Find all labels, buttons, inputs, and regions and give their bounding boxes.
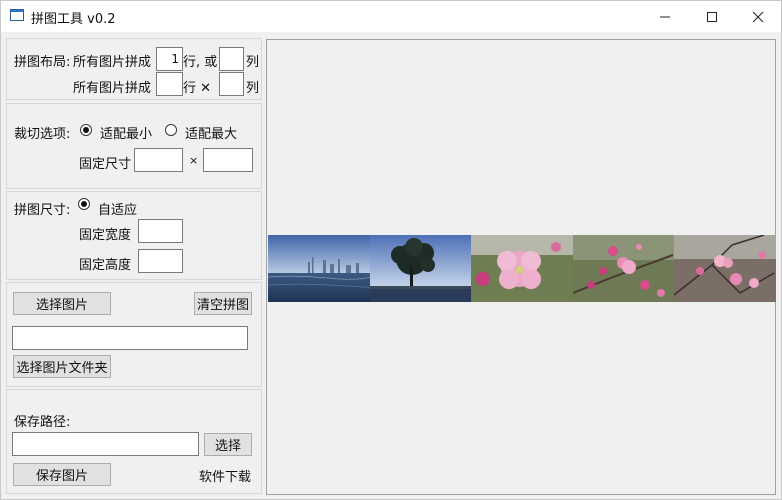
minimize-button[interactable] (642, 1, 688, 32)
crop-fit-max-label[interactable]: 适配最大 (185, 123, 237, 142)
save-panel: 保存路径: 选择 保存图片 软件下载 (6, 389, 262, 494)
size-adaptive-label[interactable]: 自适应 (98, 199, 137, 218)
grid-cols-input[interactable] (219, 72, 244, 96)
times-symbol: × (189, 154, 199, 167)
fixed-width-label: 固定宽度 (79, 228, 132, 243)
select-folder-button[interactable]: 选择图片文件夹 (13, 355, 111, 378)
rows-suffix: 行, 或 (183, 55, 218, 70)
crop-panel: 裁切选项: 适配最小 适配最大 固定尺寸 × (6, 103, 262, 189)
pink-blossom-branch-photo (572, 235, 675, 302)
crop-fit-max-radio[interactable] (165, 124, 177, 136)
save-path-input[interactable] (12, 432, 199, 456)
software-download-link[interactable]: 软件下载 (199, 466, 251, 485)
layout-label: 拼图布局: (14, 55, 71, 70)
fixed-height-label: 固定高度 (79, 258, 132, 273)
blossom-closeup-image (471, 235, 573, 302)
fixed-size-label: 固定尺寸 (79, 157, 132, 172)
size-label: 拼图尺寸: (14, 203, 71, 218)
pink-blossom-closeup-photo (471, 235, 573, 302)
maximize-icon (707, 11, 717, 22)
grid-rows-input[interactable] (156, 72, 183, 96)
select-images-button[interactable]: 选择图片 (13, 292, 111, 315)
crop-fit-min-radio[interactable] (80, 124, 92, 136)
folder-path-input[interactable] (12, 326, 248, 350)
layout-row-prefix: 所有图片拼成 (73, 55, 152, 70)
blossom-branch-image (572, 235, 675, 302)
images-panel: 选择图片 清空拼图 选择图片文件夹 (6, 282, 262, 387)
city-skyline-photo (268, 235, 370, 302)
fixed-width-input[interactable] (138, 219, 183, 243)
blossom-twigs-photo (674, 235, 776, 302)
minimize-icon (660, 16, 670, 17)
save-image-button[interactable]: 保存图片 (13, 463, 111, 486)
layout-panel: 拼图布局: 所有图片拼成 1 行, 或 列 所有图片拼成 行 ✕ 列 (6, 38, 262, 100)
close-button[interactable] (735, 1, 781, 32)
crop-height-input[interactable] (203, 148, 253, 172)
grid-row-prefix: 所有图片拼成 (73, 81, 152, 96)
collage-preview-canvas[interactable] (266, 39, 776, 495)
crop-label: 裁切选项: (14, 127, 71, 142)
size-adaptive-radio[interactable] (78, 198, 90, 210)
browse-save-path-button[interactable]: 选择 (204, 433, 252, 456)
rows-input[interactable]: 1 (156, 47, 183, 71)
title-bar[interactable]: 拼图工具 v0.2 (1, 1, 781, 32)
tree-image (369, 235, 472, 302)
close-icon (752, 11, 764, 22)
maximize-button[interactable] (689, 1, 735, 32)
crop-fit-min-label[interactable]: 适配最小 (100, 123, 152, 142)
cols-suffix: 列 (246, 55, 260, 70)
size-panel: 拼图尺寸: 自适应 固定宽度 固定高度 (6, 191, 262, 280)
cols-input[interactable] (219, 47, 244, 71)
window-app-icon (10, 9, 24, 21)
collage-strip (268, 235, 776, 302)
save-path-label: 保存路径: (14, 415, 71, 430)
city-skyline-image (268, 235, 370, 302)
window-title: 拼图工具 v0.2 (31, 12, 116, 27)
crop-width-input[interactable] (134, 148, 183, 172)
blossom-twigs-image (674, 235, 776, 302)
grid-cols-suffix: 列 (246, 81, 260, 96)
grid-rows-suffix: 行 ✕ (183, 81, 212, 96)
fixed-height-input[interactable] (138, 249, 183, 273)
clear-collage-button[interactable]: 清空拼图 (194, 292, 252, 315)
app-window: 拼图工具 v0.2 拼图布局: 所有图片拼成 1 行, 或 列 所有图片拼成 行… (0, 0, 782, 500)
tree-by-water-photo (369, 235, 472, 302)
